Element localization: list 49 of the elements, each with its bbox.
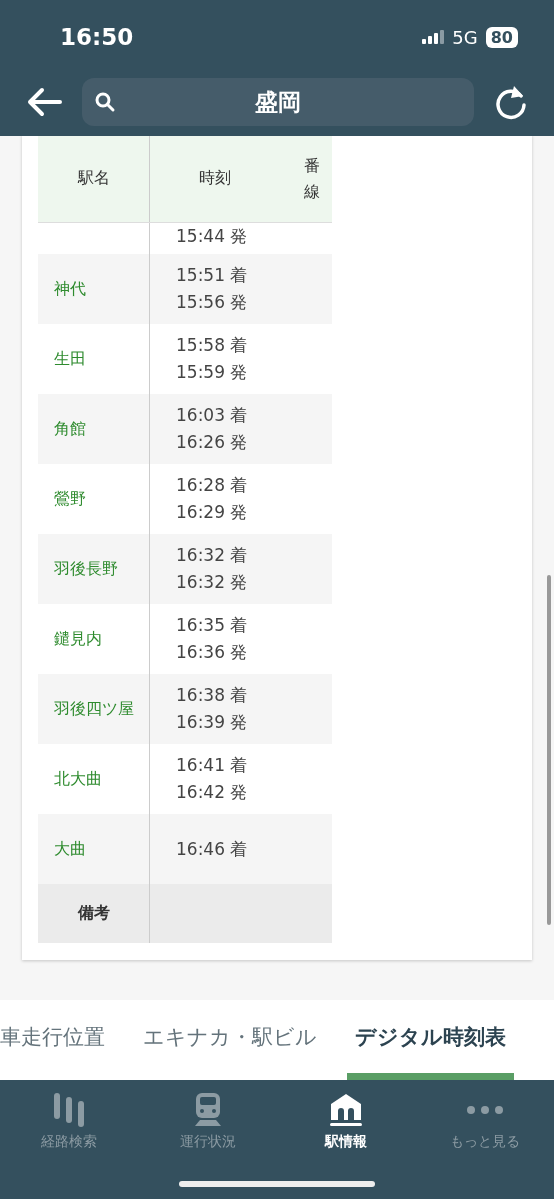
more-icon bbox=[465, 1106, 504, 1114]
time-cell-text: 16:46 着 bbox=[176, 837, 249, 861]
time-cell-text: 16:29 発 bbox=[176, 501, 249, 524]
battery-indicator: 80 bbox=[485, 26, 518, 48]
time-cell-text: 16:42 発 bbox=[176, 781, 249, 804]
time-cell-text: 16:35 着 bbox=[176, 614, 249, 637]
search-field[interactable]: 盛岡 bbox=[82, 78, 474, 126]
bars-icon bbox=[52, 1093, 87, 1127]
time-cell-text: 16:03 着 bbox=[176, 404, 249, 427]
station-link[interactable]: 羽後四ツ屋 bbox=[54, 696, 149, 722]
station-link[interactable]: 神代 bbox=[54, 276, 149, 302]
time-cell-text: 15:59 発 bbox=[176, 361, 249, 384]
nav-item[interactable]: もっと見る bbox=[424, 1092, 545, 1152]
network-label: 5G bbox=[452, 26, 478, 48]
time-cell-text: 16:26 発 bbox=[176, 431, 249, 454]
search-icon bbox=[94, 91, 116, 113]
time-cell-text: 16:41 着 bbox=[176, 754, 249, 777]
station-link[interactable]: 角館 bbox=[54, 416, 149, 442]
tab[interactable]: 車走行位置 bbox=[0, 1000, 113, 1080]
train-icon bbox=[192, 1093, 223, 1127]
refresh-icon[interactable] bbox=[494, 84, 528, 120]
nav-item[interactable]: 運行状況 bbox=[147, 1092, 268, 1152]
station-link[interactable]: 羽後長野 bbox=[54, 556, 149, 582]
column-header: 駅名 bbox=[38, 136, 150, 222]
tab[interactable]: エキナカ・駅ビル bbox=[135, 1000, 325, 1080]
time-cell-text: 16:39 発 bbox=[176, 711, 249, 734]
station-link[interactable]: 北大曲 bbox=[54, 766, 149, 792]
time-cell-text: 16:38 着 bbox=[176, 684, 249, 707]
signal-icon bbox=[422, 30, 445, 44]
station-link[interactable]: 生田 bbox=[54, 346, 149, 372]
station-link[interactable]: 大曲 bbox=[54, 836, 149, 862]
station-icon bbox=[329, 1093, 364, 1127]
status-time: 16:50 bbox=[60, 24, 134, 50]
time-cell-text: 16:32 着 bbox=[176, 544, 249, 567]
column-header: 番線 bbox=[304, 154, 320, 203]
time-cell-text: 16:36 発 bbox=[176, 641, 249, 664]
time-cell-text: 15:44 発 bbox=[176, 225, 249, 248]
time-cell-text: 16:28 着 bbox=[176, 474, 249, 497]
time-cell-text: 15:56 発 bbox=[176, 291, 249, 314]
time-cell-text: 15:58 着 bbox=[176, 334, 249, 357]
remarks-label: 備考 bbox=[77, 903, 110, 924]
nav-item[interactable]: 駅情報 bbox=[286, 1092, 407, 1152]
nav-item[interactable]: 経路検索 bbox=[9, 1092, 130, 1152]
back-arrow-icon[interactable] bbox=[26, 87, 62, 117]
time-cell-text: 15:51 着 bbox=[176, 264, 249, 287]
column-header: 時刻 bbox=[198, 167, 232, 189]
station-link[interactable]: 鶯野 bbox=[54, 486, 149, 512]
station-link[interactable]: 鑓見内 bbox=[54, 626, 149, 652]
time-cell-text: 16:32 発 bbox=[176, 571, 249, 594]
